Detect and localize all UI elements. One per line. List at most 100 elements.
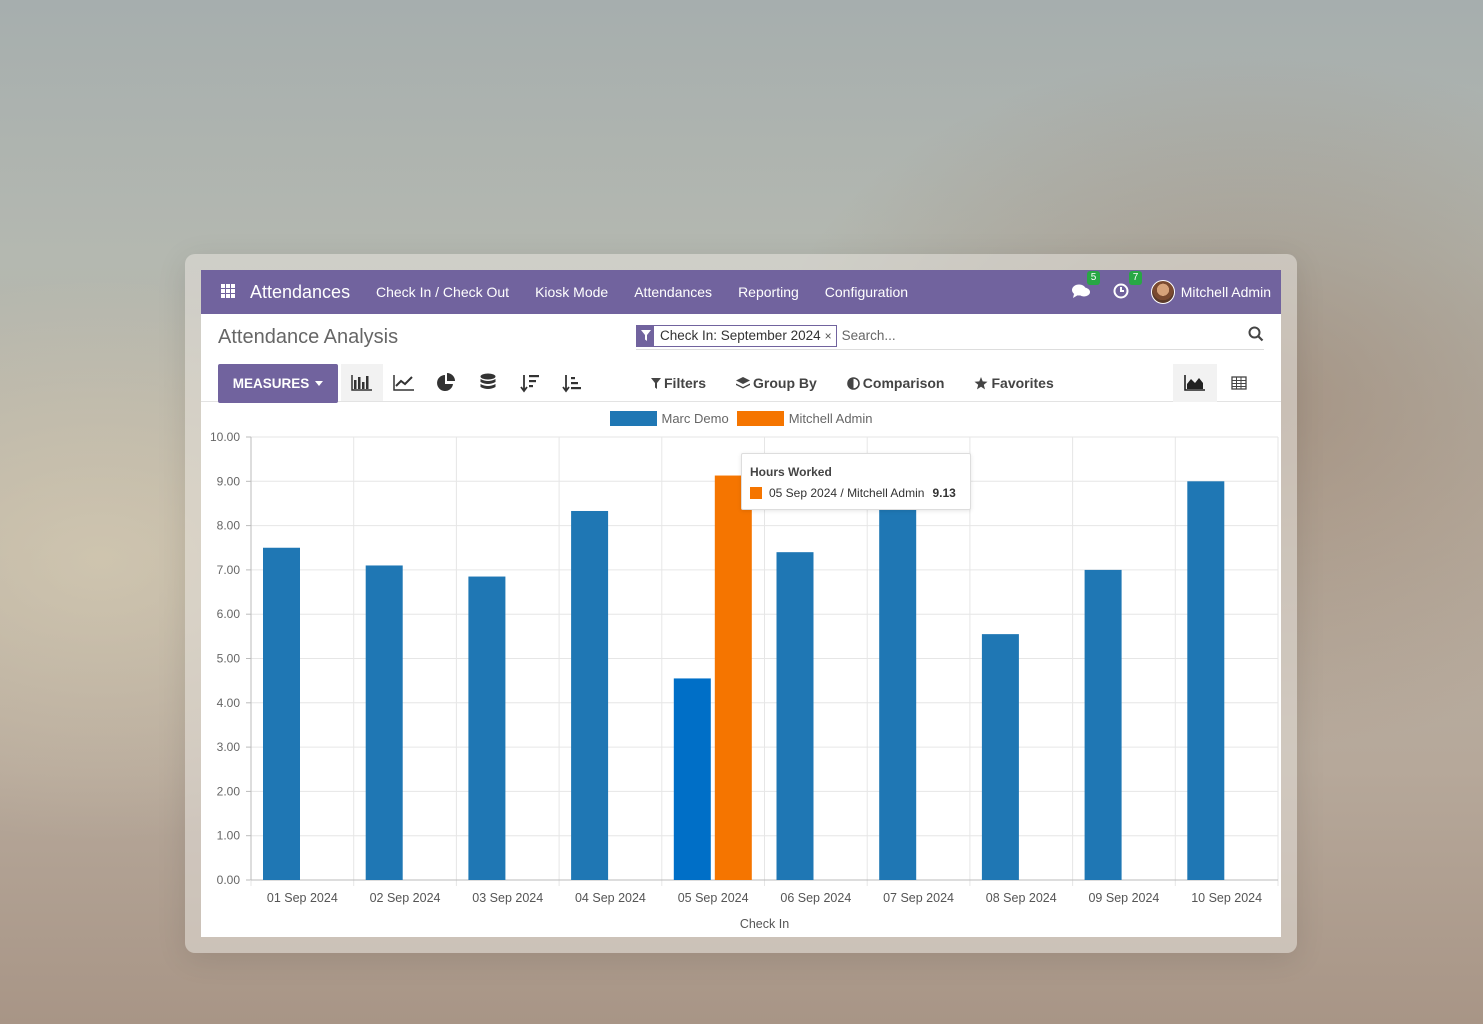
x-tick-label: 07 Sep 2024 bbox=[883, 891, 954, 905]
x-axis-label: Check In bbox=[740, 917, 789, 931]
menu-item-attendances[interactable]: Attendances bbox=[634, 284, 712, 300]
measures-button[interactable]: MEASURES bbox=[218, 364, 338, 403]
tooltip-value: 9.13 bbox=[932, 486, 956, 500]
page-title: Attendance Analysis bbox=[218, 326, 399, 348]
legend-item-marc-demo[interactable]: Marc Demo bbox=[609, 411, 729, 426]
y-tick-label: 0.00 bbox=[217, 873, 241, 887]
x-tick-label: 01 Sep 2024 bbox=[267, 891, 338, 905]
sort-ascending-icon bbox=[562, 374, 581, 392]
pivot-view-button[interactable] bbox=[1217, 364, 1261, 402]
y-tick-label: 9.00 bbox=[217, 474, 241, 488]
half-circle-icon bbox=[846, 376, 860, 390]
bar-chart-button[interactable] bbox=[341, 364, 383, 401]
graph-view-button[interactable] bbox=[1173, 364, 1217, 402]
facet-value: Check In: September 2024 bbox=[660, 328, 821, 343]
control-panel: Attendance Analysis Check In: September … bbox=[201, 314, 1281, 403]
layers-icon bbox=[736, 376, 751, 388]
search-bar: Check In: September 2024 × bbox=[636, 322, 1264, 350]
bar-marc-demo bbox=[981, 634, 1019, 880]
x-tick-label: 04 Sep 2024 bbox=[575, 891, 646, 905]
graph-panel: 0.00 1.00 2.00 3.00 4.00 5.00 6.00 7.00 8.00 9.00… bbox=[201, 403, 1281, 937]
legend-label: Mitchell Admin bbox=[788, 411, 873, 426]
legend-swatch bbox=[609, 411, 657, 426]
pie-chart-icon bbox=[437, 372, 455, 391]
menu-item-reporting[interactable]: Reporting bbox=[738, 284, 799, 300]
favorites-button[interactable]: Favorites bbox=[974, 375, 1054, 391]
facet-remove-icon[interactable]: × bbox=[825, 329, 836, 343]
x-tick-label: 03 Sep 2024 bbox=[472, 891, 543, 905]
sort-descending-icon bbox=[520, 374, 539, 392]
group-by-label: Group By bbox=[753, 375, 817, 391]
activities-button[interactable]: 7 bbox=[1113, 270, 1143, 302]
search-panel-options: Filters Group By Comparison Favorites bbox=[651, 375, 1084, 391]
app-window: Attendances Check In / Check Out Kiosk M… bbox=[201, 270, 1281, 937]
x-tick-label: 02 Sep 2024 bbox=[370, 891, 441, 905]
caret-down-icon bbox=[315, 381, 324, 386]
area-chart-icon bbox=[1184, 375, 1205, 391]
messages-button[interactable]: 5 bbox=[1071, 270, 1101, 302]
bar-mitchell-admin bbox=[714, 475, 752, 880]
line-chart-icon bbox=[393, 374, 414, 391]
pie-chart-button[interactable] bbox=[425, 364, 467, 401]
stacked-button[interactable] bbox=[467, 364, 509, 401]
bar-marc-demo bbox=[468, 576, 506, 880]
clock-icon bbox=[1113, 283, 1129, 298]
bar-marc-demo bbox=[1187, 481, 1225, 880]
search-facet[interactable]: Check In: September 2024 × bbox=[636, 324, 837, 347]
filters-label: Filters bbox=[664, 375, 707, 391]
bar-marc-demo bbox=[673, 678, 711, 880]
x-tick-label: 10 Sep 2024 bbox=[1191, 891, 1262, 905]
bar-marc-demo bbox=[571, 510, 609, 880]
activities-badge: 7 bbox=[1128, 270, 1143, 285]
filters-button[interactable]: Filters bbox=[651, 375, 706, 391]
bar-marc-demo bbox=[879, 507, 917, 880]
tooltip-title: Hours Worked bbox=[750, 465, 832, 479]
y-tick-label: 7.00 bbox=[217, 563, 241, 577]
tooltip-label: 05 Sep 2024 / Mitchell Admin bbox=[769, 486, 925, 500]
tooltip-row: 05 Sep 2024 / Mitchell Admin 9.13 bbox=[750, 486, 956, 500]
y-tick-label: 1.00 bbox=[217, 829, 241, 843]
y-tick-label: 10.00 bbox=[210, 430, 240, 444]
y-tick-label: 2.00 bbox=[217, 784, 241, 798]
x-tick-label: 08 Sep 2024 bbox=[986, 891, 1057, 905]
menu-item-configuration[interactable]: Configuration bbox=[825, 284, 908, 300]
chart-tooltip: Hours Worked 05 Sep 2024 / Mitchell Admi… bbox=[741, 453, 971, 510]
search-input[interactable] bbox=[841, 328, 1222, 343]
y-tick-label: 6.00 bbox=[217, 607, 241, 621]
view-switcher bbox=[1173, 364, 1261, 402]
user-avatar[interactable] bbox=[1150, 280, 1175, 304]
filter-icon bbox=[637, 324, 654, 347]
systray: 5 7 Mitchell Admin bbox=[1071, 270, 1271, 314]
user-menu[interactable]: Mitchell Admin bbox=[1181, 284, 1271, 300]
database-icon bbox=[480, 373, 496, 389]
app-brand[interactable]: Attendances bbox=[250, 282, 350, 303]
apps-menu-icon[interactable] bbox=[221, 284, 235, 298]
chat-icon bbox=[1071, 284, 1090, 298]
group-by-button[interactable]: Group By bbox=[736, 375, 817, 391]
sort-ascending-button[interactable] bbox=[551, 364, 593, 401]
filter-icon bbox=[651, 377, 661, 389]
bar-marc-demo bbox=[263, 547, 300, 880]
main-menu: Check In / Check Out Kiosk Mode Attendan… bbox=[376, 284, 934, 300]
chart-legend: Marc Demo Mitchell Admin bbox=[201, 411, 1281, 426]
menu-item-check-in-out[interactable]: Check In / Check Out bbox=[376, 284, 509, 300]
search-icon[interactable] bbox=[1248, 326, 1264, 342]
y-tick-label: 5.00 bbox=[217, 652, 241, 666]
messages-badge: 5 bbox=[1086, 270, 1101, 285]
favorites-label: Favorites bbox=[991, 375, 1054, 391]
y-tick-label: 8.00 bbox=[217, 519, 241, 533]
comparison-button[interactable]: Comparison bbox=[846, 375, 945, 391]
line-chart-button[interactable] bbox=[383, 364, 425, 401]
y-tick-label: 3.00 bbox=[217, 740, 241, 754]
comparison-label: Comparison bbox=[862, 375, 945, 391]
measures-label: MEASURES bbox=[232, 376, 310, 391]
legend-item-mitchell-admin[interactable]: Mitchell Admin bbox=[736, 411, 873, 426]
bar-marc-demo bbox=[365, 565, 403, 880]
graph-toolbar bbox=[341, 364, 593, 401]
x-tick-label: 09 Sep 2024 bbox=[1088, 891, 1159, 905]
bar-marc-demo bbox=[1084, 569, 1122, 880]
star-icon bbox=[974, 376, 988, 389]
sort-descending-button[interactable] bbox=[509, 364, 551, 401]
menu-item-kiosk-mode[interactable]: Kiosk Mode bbox=[535, 284, 608, 300]
bar-chart-icon bbox=[351, 374, 372, 391]
